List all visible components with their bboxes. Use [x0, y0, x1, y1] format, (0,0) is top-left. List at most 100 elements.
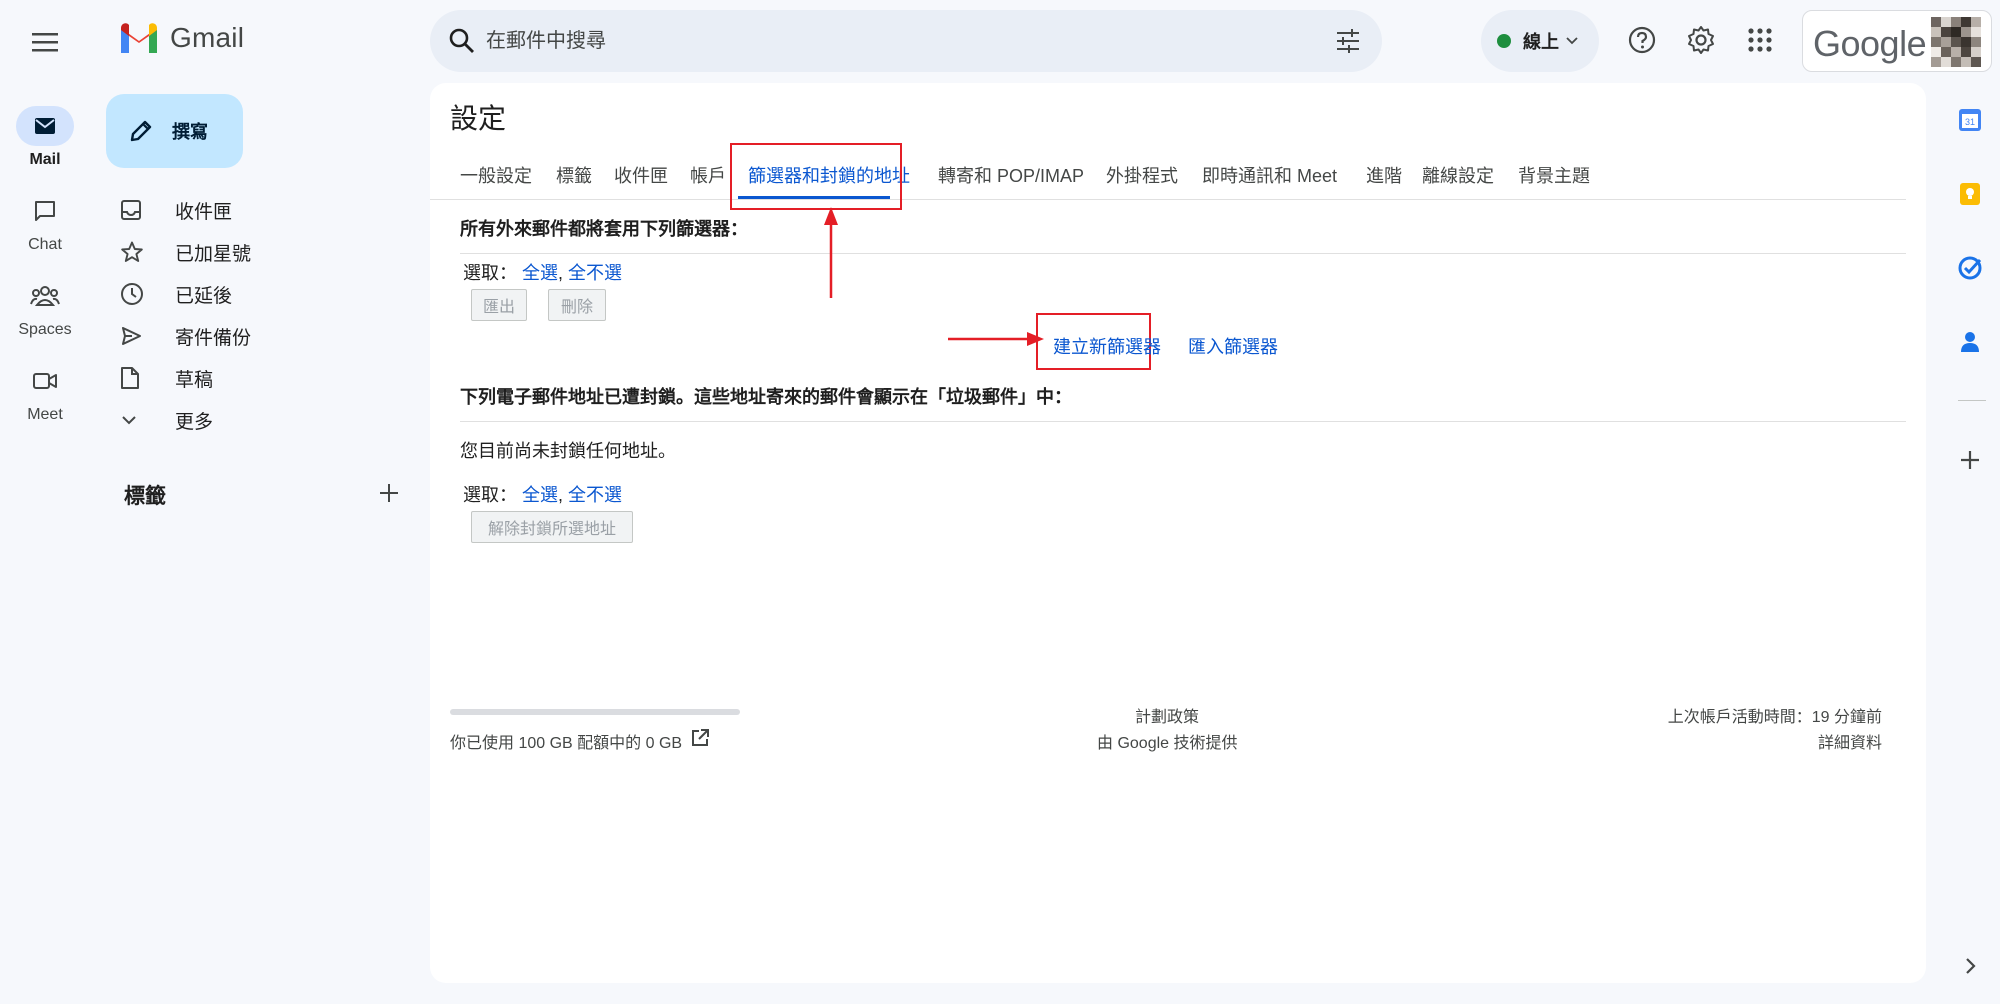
compose-button[interactable]: 撰寫	[106, 94, 243, 168]
filters-select-all-link[interactable]: 全選	[522, 263, 558, 283]
rail-label-chat: Chat	[28, 236, 62, 253]
tab-themes[interactable]: 背景主題	[1518, 162, 1590, 188]
tab-accounts[interactable]: 帳戶	[690, 162, 726, 188]
status-label: 線上	[1523, 32, 1559, 52]
tab-addons[interactable]: 外掛程式	[1106, 162, 1178, 188]
export-button[interactable]: 匯出	[471, 289, 527, 321]
search-options-icon[interactable]	[1334, 27, 1362, 55]
rail-item-spaces[interactable]: Spaces	[0, 276, 90, 339]
storage-bar	[450, 709, 740, 715]
nav-item-snoozed[interactable]: 已延後	[120, 274, 232, 314]
chat-icon	[16, 191, 74, 231]
settings-panel: 設定 一般設定 標籤 收件匣 帳戶 篩選器和封鎖的地址 轉寄和 POP/IMAP…	[430, 83, 1926, 983]
rail-label-spaces: Spaces	[18, 321, 72, 338]
send-icon	[120, 325, 160, 347]
tab-general[interactable]: 一般設定	[460, 162, 532, 188]
rail-item-mail[interactable]: Mail	[0, 106, 90, 169]
blocked-divider	[460, 421, 1906, 422]
spaces-icon	[16, 276, 74, 316]
mail-icon	[16, 106, 74, 146]
blocked-select-all-link[interactable]: 全選	[522, 485, 558, 505]
annotation-highlight-tab	[730, 143, 902, 210]
tab-offline[interactable]: 離線設定	[1422, 162, 1494, 188]
pencil-icon	[130, 120, 152, 142]
calendar-icon[interactable]: 31	[1952, 102, 1988, 138]
tab-labels[interactable]: 標籤	[556, 162, 592, 188]
status-button[interactable]: 線上	[1481, 10, 1599, 72]
rail-label-meet: Meet	[27, 406, 63, 423]
star-icon	[120, 240, 160, 264]
page-title: 設定	[450, 103, 507, 134]
labels-heading: 標籤	[124, 485, 166, 508]
annotation-arrows	[824, 207, 1044, 346]
apps-grid-icon	[1748, 28, 1772, 52]
blocked-empty-text: 您目前尚未封鎖任何地址。	[460, 441, 676, 461]
main-menu-button[interactable]	[25, 22, 65, 62]
add-label-icon[interactable]	[376, 480, 402, 506]
nav-label-snoozed: 已延後	[175, 285, 233, 307]
rail-item-meet[interactable]: Meet	[0, 361, 90, 424]
gmail-wordmark: Gmail	[170, 22, 245, 53]
side-panel-divider	[1958, 400, 1986, 401]
nav-label-sent: 寄件備份	[175, 327, 252, 349]
last-activity-text: 上次帳戶活動時間：19 分鐘前	[1667, 709, 1882, 726]
side-panel-rail: 31	[1940, 0, 2000, 1004]
blocked-select-none-link[interactable]: 全不選	[568, 485, 622, 505]
blocked-select-separator: ,	[558, 485, 564, 505]
nav-label-more: 更多	[175, 411, 214, 433]
search-input[interactable]	[486, 10, 1286, 72]
nav-label-drafts: 草稿	[175, 369, 214, 391]
nav-item-starred[interactable]: 已加星號	[120, 232, 251, 272]
add-addon-icon[interactable]	[1952, 442, 1988, 478]
unblock-selected-button[interactable]: 解除封鎖所選地址	[471, 511, 633, 543]
tab-advanced[interactable]: 進階	[1366, 162, 1402, 188]
expand-side-panel-icon[interactable]	[1952, 948, 1988, 984]
import-filters-link[interactable]: 匯入篩選器	[1188, 333, 1278, 359]
chevron-down-icon	[120, 414, 160, 426]
filters-select-none-link[interactable]: 全不選	[568, 263, 622, 283]
draft-icon	[120, 366, 160, 390]
activity-details-link[interactable]: 詳細資料	[1818, 729, 1882, 753]
filters-select-separator: ,	[558, 263, 564, 283]
gear-icon	[1688, 26, 1714, 54]
tab-forwarding-pop-imap[interactable]: 轉寄和 POP/IMAP	[938, 162, 1084, 188]
filters-select-row: 選取： 全選, 全不選	[463, 259, 622, 285]
nav-item-more[interactable]: 更多	[120, 400, 213, 440]
apps-button[interactable]	[1740, 20, 1780, 60]
tab-chat-meet[interactable]: 即時通訊和 Meet	[1202, 162, 1337, 188]
search-bar	[430, 10, 1382, 72]
program-policies-link[interactable]: 計劃政策	[1135, 703, 1199, 727]
keep-icon[interactable]	[1952, 176, 1988, 212]
search-icon[interactable]	[446, 25, 478, 57]
nav-item-inbox[interactable]: 收件匣	[120, 190, 232, 230]
help-button[interactable]	[1622, 20, 1662, 60]
tab-inbox[interactable]: 收件匣	[614, 162, 668, 188]
gmail-logo[interactable]: Gmail	[118, 22, 244, 54]
inbox-icon	[120, 199, 160, 221]
storage-usage-text: 你已使用 100 GB 配額中的 0 GB	[450, 735, 683, 752]
blocked-heading: 下列電子郵件地址已遭封鎖。這些地址寄來的郵件會顯示在「垃圾郵件」中：	[460, 387, 1072, 407]
filters-divider	[460, 253, 1906, 254]
settings-tabs: 一般設定 標籤 收件匣 帳戶 篩選器和封鎖的地址 轉寄和 POP/IMAP 外掛…	[430, 148, 1906, 200]
rail-item-chat[interactable]: Chat	[0, 191, 90, 254]
nav-label-inbox: 收件匣	[175, 201, 233, 223]
svg-text:31: 31	[1965, 117, 1975, 127]
filters-select-label: 選取：	[463, 263, 517, 283]
create-filter-link[interactable]: 建立新篩選器	[1053, 333, 1161, 359]
contacts-icon[interactable]	[1952, 324, 1988, 360]
google-wordmark: Google	[1813, 23, 1927, 64]
nav-item-drafts[interactable]: 草稿	[120, 358, 213, 398]
delete-button[interactable]: 刪除	[548, 289, 606, 321]
app-rail: Mail Chat Spaces Meet	[0, 0, 90, 1004]
nav-item-sent[interactable]: 寄件備份	[120, 316, 251, 356]
blocked-select-label: 選取：	[463, 485, 517, 505]
meet-icon	[16, 361, 74, 401]
hamburger-icon	[32, 33, 58, 52]
open-external-icon[interactable]	[690, 728, 710, 748]
compose-label: 撰寫	[172, 122, 208, 142]
nav-label-starred: 已加星號	[175, 243, 252, 265]
settings-button[interactable]	[1681, 20, 1721, 60]
filters-heading: 所有外來郵件都將套用下列篩選器：	[460, 219, 748, 239]
blocked-select-row: 選取： 全選, 全不選	[463, 481, 622, 507]
tasks-icon[interactable]	[1952, 250, 1988, 286]
